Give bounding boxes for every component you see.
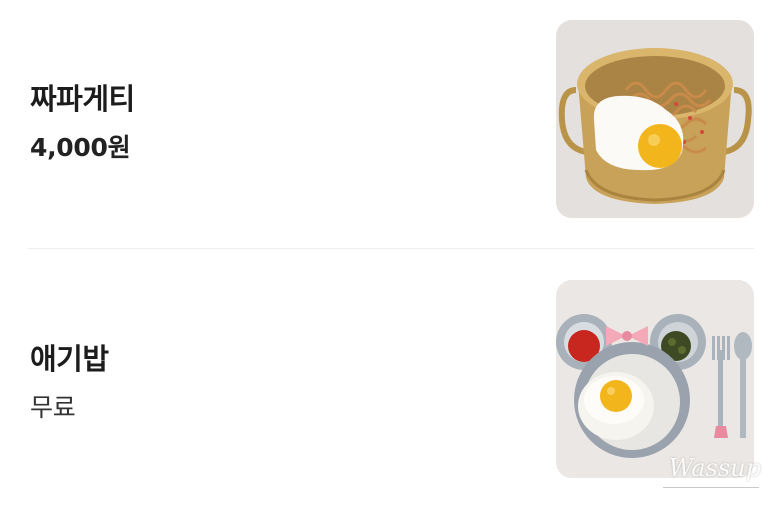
kids-meal-photo-icon[interactable] [556,280,754,478]
menu-item-name: 애기밥 [30,342,109,376]
menu-item-jjapaghetti[interactable]: 짜파게티 4,000원 [28,18,754,218]
menu-divider [28,248,754,249]
menu-item-name: 짜파게티 [30,82,135,116]
menu-item-price: 4,000원 [30,133,131,162]
menu-list: 짜파게티 4,000원 애기밥 무료 Wassup [0,0,783,508]
jjapaghetti-photo-icon[interactable] [556,20,754,218]
menu-item-baby-rice[interactable]: 애기밥 무료 [28,278,754,478]
watermark-logo: Wassup [668,454,761,482]
watermark-underline [663,487,759,488]
menu-item-price: 무료 [30,393,76,422]
